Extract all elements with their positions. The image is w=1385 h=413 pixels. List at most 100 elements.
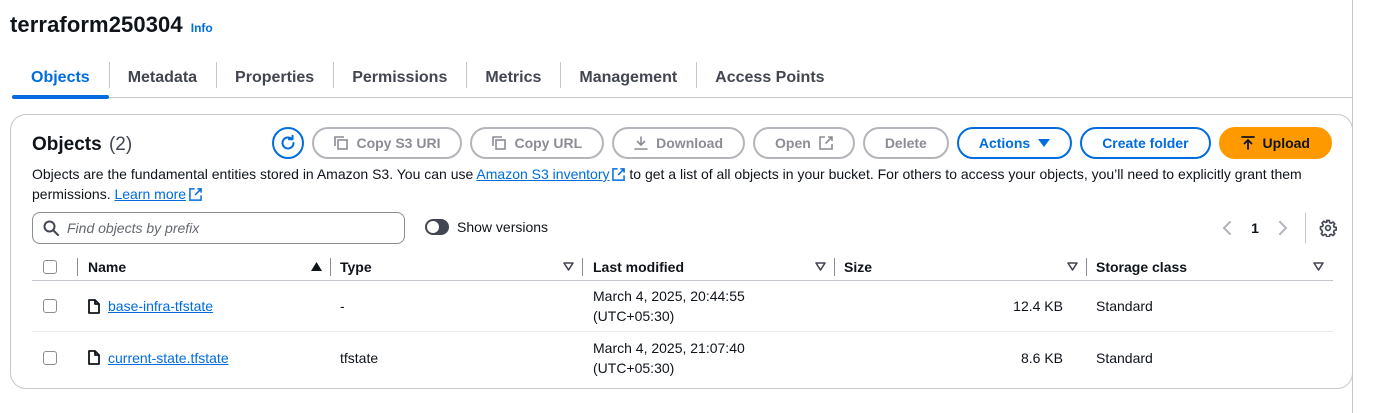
pagination-divider	[1305, 213, 1306, 243]
show-versions-toggle[interactable]	[425, 219, 449, 235]
learn-more-label: Learn more	[114, 186, 187, 202]
name-cell: current-state.tfstate	[78, 332, 331, 383]
table-header: Name Type Last modified Size Storage cla…	[32, 253, 1333, 281]
size-cell: 8.6 KB	[1020, 349, 1063, 366]
copy-s3-uri-button[interactable]: Copy S3 URI	[312, 127, 463, 159]
search-box	[32, 212, 405, 244]
object-name-link[interactable]: current-state.tfstate	[108, 350, 229, 366]
column-header-type[interactable]: Type	[331, 253, 583, 280]
column-header-last-modified-label: Last modified	[593, 258, 685, 275]
toggle-knob	[427, 221, 439, 233]
objects-heading-label: Objects	[32, 134, 102, 155]
column-header-type-label: Type	[340, 258, 372, 275]
open-button[interactable]: Open	[753, 127, 855, 159]
page-title: terraform250304	[10, 12, 183, 37]
bucket-tabs: Objects Metadata Properties Permissions …	[12, 58, 1352, 99]
column-header-last-modified[interactable]: Last modified	[583, 253, 835, 280]
tab-objects[interactable]: Objects	[12, 58, 109, 99]
actions-dropdown[interactable]: Actions	[956, 127, 1073, 159]
upload-label: Upload	[1262, 135, 1310, 151]
preferences-button[interactable]	[1314, 214, 1342, 242]
row-checkbox[interactable]	[43, 299, 57, 313]
type-cell: -	[340, 298, 345, 314]
size-cell: 12.4 KB	[1013, 298, 1063, 314]
last-modified-date: March 4, 2025, 21:07:40	[593, 339, 745, 356]
pagination: 1	[1213, 212, 1342, 244]
file-icon	[88, 350, 100, 365]
next-page-button[interactable]	[1269, 214, 1297, 242]
name-cell: base-infra-tfstate	[78, 281, 331, 331]
open-label: Open	[775, 135, 811, 151]
external-link-icon	[612, 168, 626, 181]
sort-icon	[1067, 262, 1078, 271]
objects-table: Name Type Last modified Size Storage cla…	[32, 253, 1333, 383]
download-button[interactable]: Download	[612, 127, 746, 159]
copy-icon	[334, 136, 349, 150]
page-header: terraform250304 Info	[10, 12, 213, 38]
s3-inventory-link-label: Amazon S3 inventory	[476, 166, 610, 182]
row-checkbox[interactable]	[43, 350, 57, 365]
info-link[interactable]: Info	[191, 21, 213, 35]
objects-toolbar: Copy S3 URI Copy URL Download Open Delet…	[272, 127, 1332, 159]
search-input[interactable]	[67, 220, 387, 236]
copy-url-button[interactable]: Copy URL	[470, 127, 605, 159]
last-modified-timezone: (UTC+05:30)	[593, 308, 675, 324]
table-row: current-state.tfstate tfstate March 4, 2…	[32, 332, 1333, 383]
sort-icon	[1313, 262, 1324, 271]
previous-page-button[interactable]	[1213, 214, 1241, 242]
external-link-icon	[189, 188, 202, 201]
tab-properties[interactable]: Properties	[216, 58, 333, 97]
object-name-link[interactable]: base-infra-tfstate	[108, 298, 213, 314]
create-folder-button[interactable]: Create folder	[1080, 127, 1211, 159]
refresh-icon	[281, 134, 295, 150]
create-folder-label: Create folder	[1102, 135, 1189, 151]
last-modified-value: March 4, 2025, 20:44:55 (UTC+05:30)	[593, 286, 745, 326]
description-text-1: Objects are the fundamental entities sto…	[32, 166, 477, 182]
copy-url-label: Copy URL	[514, 135, 583, 151]
last-modified-date: March 4, 2025, 20:44:55	[593, 288, 745, 304]
objects-panel: Objects (2) Copy S3 URI Copy URL Downloa…	[10, 114, 1353, 389]
delete-label: Delete	[884, 135, 927, 151]
delete-button[interactable]: Delete	[862, 127, 949, 159]
tab-access-points[interactable]: Access Points	[696, 58, 843, 97]
objects-description: Objects are the fundamental entities sto…	[32, 164, 1322, 204]
copy-icon	[492, 136, 507, 150]
row-select-cell	[32, 281, 78, 331]
select-all-cell	[32, 253, 78, 280]
file-icon	[88, 298, 100, 314]
last-modified-value: March 4, 2025, 21:07:40 (UTC+05:30)	[593, 338, 745, 378]
upload-button[interactable]: Upload	[1218, 127, 1332, 159]
column-header-name[interactable]: Name	[78, 253, 331, 280]
last-modified-cell: March 4, 2025, 20:44:55 (UTC+05:30)	[583, 281, 835, 331]
column-header-storage-class[interactable]: Storage class	[1087, 253, 1333, 280]
tab-metrics[interactable]: Metrics	[466, 58, 560, 97]
sort-icon	[563, 262, 574, 271]
last-modified-timezone: (UTC+05:30)	[593, 359, 675, 376]
s3-inventory-link[interactable]: Amazon S3 inventory	[476, 166, 626, 182]
row-select-cell	[32, 332, 78, 383]
show-versions-label: Show versions	[457, 219, 549, 235]
type-cell: tfstate	[340, 349, 379, 366]
objects-heading: Objects (2)	[32, 134, 132, 156]
search-icon	[43, 220, 59, 236]
gear-icon	[1319, 219, 1337, 237]
storage-class-cell: Standard	[1096, 349, 1153, 366]
copy-s3-uri-label: Copy S3 URI	[356, 135, 441, 151]
select-all-checkbox[interactable]	[43, 259, 57, 274]
last-modified-cell: March 4, 2025, 21:07:40 (UTC+05:30)	[583, 332, 835, 383]
tab-metadata[interactable]: Metadata	[108, 58, 216, 97]
show-versions-control: Show versions	[425, 219, 548, 235]
tab-management[interactable]: Management	[560, 58, 696, 97]
tab-permissions[interactable]: Permissions	[333, 58, 466, 97]
column-header-size-label: Size	[844, 258, 873, 275]
refresh-button[interactable]	[272, 127, 305, 159]
learn-more-link[interactable]: Learn more	[114, 186, 202, 202]
storage-class-cell: Standard	[1096, 298, 1153, 314]
column-header-size[interactable]: Size	[835, 253, 1087, 280]
table-row: base-infra-tfstate - March 4, 2025, 20:4…	[32, 281, 1333, 332]
page-number[interactable]: 1	[1241, 220, 1269, 236]
chevron-right-icon	[1279, 221, 1288, 235]
upload-icon	[1240, 136, 1255, 150]
download-icon	[634, 136, 648, 150]
caret-down-icon	[1038, 139, 1051, 147]
